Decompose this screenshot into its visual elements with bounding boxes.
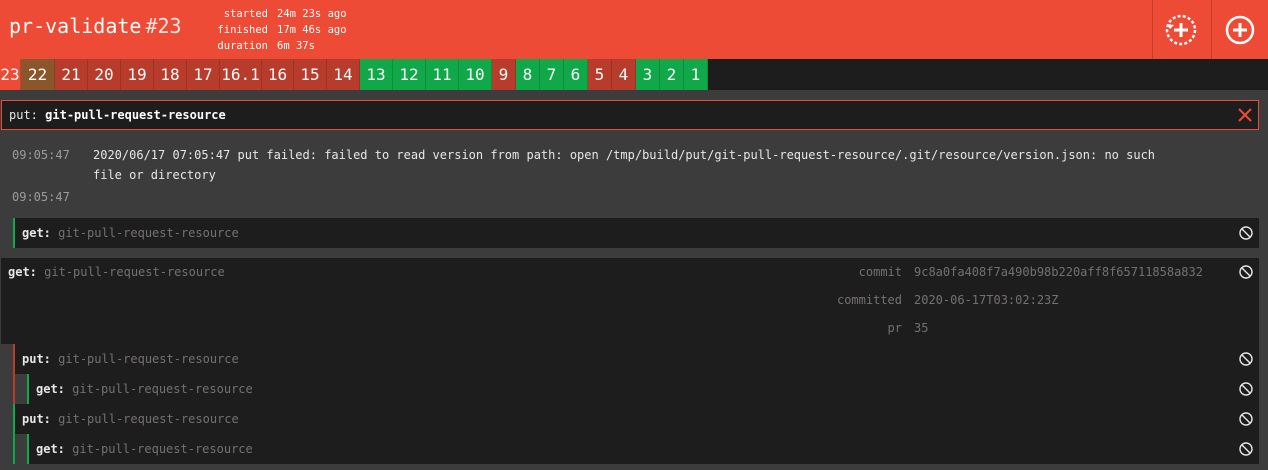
build-number: #23 — [145, 14, 182, 38]
step-resource-name: git-pull-request-resource — [58, 352, 239, 366]
started-label: started — [223, 8, 268, 20]
build-history-item[interactable]: 23 — [0, 59, 21, 90]
build-history-item[interactable]: 22 — [21, 59, 55, 90]
no-entry-icon — [1239, 382, 1253, 396]
build-history-item[interactable]: 16.1 — [220, 59, 262, 90]
no-entry-icon — [1239, 265, 1253, 279]
step-type: get: — [36, 382, 65, 396]
no-entry-icon — [1239, 442, 1253, 456]
nested-get-step[interactable]: get: git-pull-request-resource — [27, 434, 1259, 464]
rerun-build-button[interactable] — [1152, 0, 1209, 59]
metadata-key: committed — [836, 293, 902, 307]
nested-get-step[interactable]: get: git-pull-request-resource — [27, 374, 1259, 404]
build-title: pr-validate #23 — [9, 14, 182, 38]
no-entry-icon — [1239, 352, 1253, 366]
no-entry-icon — [1239, 412, 1253, 426]
pipeline-name[interactable]: pr-validate — [9, 14, 141, 38]
step-type: get: — [36, 442, 65, 456]
step-resource-name: git-pull-request-resource — [45, 108, 226, 122]
build-timing: started 24m 23s ago finished 17m 46s ago d… — [212, 6, 347, 54]
build-history-item[interactable]: 14 — [327, 59, 360, 90]
get-step-child[interactable]: get: git-pull-request-resource — [13, 218, 1259, 248]
build-history-item[interactable]: 1 — [684, 59, 708, 90]
step-type: put: — [22, 412, 51, 426]
step-type: put: — [22, 352, 51, 366]
rerun-build-icon — [1165, 14, 1197, 45]
step-resource-name: git-pull-request-resource — [72, 382, 253, 396]
finished-label: finished — [217, 24, 268, 36]
build-history-item[interactable]: 18 — [154, 59, 187, 90]
step-resource-name: git-pull-request-resource — [72, 442, 253, 456]
nested-put-step[interactable]: put: git-pull-request-resource — [15, 344, 1259, 374]
metadata-value: 2020-06-17T03:02:23Z — [914, 293, 1059, 307]
build-history-item[interactable]: 2 — [660, 59, 684, 90]
no-entry-icon — [1239, 226, 1253, 240]
step-log-output: 09:05:47 2020/06/17 07:05:47 put failed:… — [0, 131, 1259, 211]
duration-label: duration — [217, 40, 268, 52]
step-header[interactable]: get: git-pull-request-resource — [15, 218, 1259, 248]
build-history-item[interactable]: 3 — [636, 59, 660, 90]
step-type: get: — [22, 226, 51, 240]
metadata-value: 35 — [914, 321, 929, 335]
metadata-row: commit 9c8a0fa408f7a490b98b220aff8f657118… — [832, 258, 1203, 286]
build-history-item[interactable]: 15 — [294, 59, 327, 90]
metadata-key: pr — [887, 321, 902, 335]
build-history-item[interactable]: 13 — [360, 59, 393, 90]
build-history-item[interactable]: 17 — [187, 59, 220, 90]
nested-put-step[interactable]: put: git-pull-request-resource — [15, 404, 1259, 434]
trigger-build-button[interactable] — [1211, 0, 1268, 59]
build-history-item[interactable]: 9 — [492, 59, 516, 90]
build-history-item[interactable]: 12 — [393, 59, 426, 90]
started-value: 24m 23s ago — [277, 8, 347, 20]
build-history: 23 22 21 20 19 18 17 16.1 16 15 14 13 12 11 10 9 8 7 6 5 4 3 2… — [0, 59, 1268, 90]
build-history-item[interactable]: 10 — [459, 59, 492, 90]
log-timestamp: 09:05:47 — [12, 148, 70, 162]
build-history-item[interactable]: 7 — [540, 59, 564, 90]
build-history-item[interactable]: 5 — [588, 59, 612, 90]
duration-value: 6m 37s — [277, 40, 315, 52]
metadata-value: 9c8a0fa408f7a490b98b220aff8f65711858a832 — [914, 265, 1203, 279]
log-message — [93, 187, 1173, 207]
step-resource-name: git-pull-request-resource — [58, 412, 239, 426]
step-resource-name: git-pull-request-resource — [58, 226, 239, 240]
build-history-item[interactable]: 19 — [121, 59, 154, 90]
nested-steps: put: git-pull-request-resource get: git-… — [13, 344, 1259, 464]
log-line: 09:05:47 2020/06/17 07:05:47 put failed:… — [12, 145, 1173, 185]
build-history-item[interactable]: 6 — [564, 59, 588, 90]
build-header: pr-validate #23 started 24m 23s ago finish… — [0, 0, 1268, 59]
build-history-item[interactable]: 20 — [88, 59, 121, 90]
indent-gutter — [15, 434, 27, 464]
step-resource-name: git-pull-request-resource — [44, 265, 225, 279]
metadata-row: committed 2020-06-17T03:02:23Z — [832, 286, 1059, 314]
put-step-main[interactable]: put: git-pull-request-resource — [1, 100, 1259, 130]
log-line: 09:05:47 — [12, 187, 1173, 207]
finished-value: 17m 46s ago — [277, 24, 347, 36]
log-timestamp: 09:05:47 — [12, 190, 70, 204]
step-header[interactable]: put: git-pull-request-resource — [2, 101, 1258, 131]
build-history-item[interactable]: 11 — [426, 59, 459, 90]
step-type: put: — [9, 108, 38, 122]
close-icon[interactable] — [1237, 107, 1253, 123]
trigger-build-icon — [1225, 15, 1255, 44]
metadata-key: commit — [858, 265, 902, 279]
indent-gutter — [15, 374, 27, 404]
get-step-main: get: git-pull-request-resource commit 9c8… — [1, 258, 1259, 464]
build-history-item[interactable]: 16 — [262, 59, 294, 90]
log-message: 2020/06/17 07:05:47 put failed: failed t… — [93, 148, 1156, 182]
build-history-item[interactable]: 21 — [55, 59, 88, 90]
build-history-item[interactable]: 4 — [612, 59, 636, 90]
step-type: get: — [8, 265, 37, 279]
metadata-row: pr 35 — [832, 314, 929, 342]
build-history-item[interactable]: 8 — [516, 59, 540, 90]
